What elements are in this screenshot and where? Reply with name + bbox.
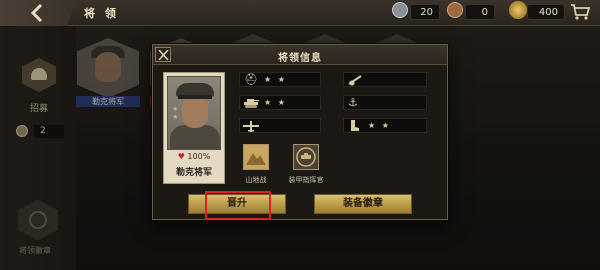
page-title: 将 领 [84,7,119,20]
portrait-visor [178,95,212,99]
skill-row: ★ ★ [343,118,427,133]
hp-value: 100% [187,152,211,161]
close-button[interactable] [155,47,171,62]
skill-row [239,118,321,133]
bronze-medal-count: 0 [465,4,495,20]
artillery-icon [348,75,362,86]
mountain-warfare-label: 山地战 [245,176,267,184]
skill-row: ⚓ [343,95,427,110]
bronze-medal-icon [447,2,463,18]
rank-star-icon: ★ [172,105,179,113]
silver-medal-count: 20 [410,4,440,20]
boot-icon [351,120,359,131]
top-bar: 将 领 20 0 400 [0,0,600,26]
armor-commander-badge[interactable] [293,144,319,170]
general-portrait-card[interactable]: ★ ★ ♥ 100% 勒克将军 [163,72,225,184]
portrait-coat [170,125,220,149]
close-icon [158,50,169,60]
hp-row: ♥ 100% [164,152,224,161]
tank-icon [244,99,259,108]
mountain-warfare-badge[interactable] [243,144,269,170]
equip-badge-button[interactable]: 装备徽章 [314,194,412,214]
general-name: 勒克将军 [175,168,212,178]
back-button[interactable] [0,0,76,26]
general-info-dialog: 将领信息 ★ ★ ♥ 100% 勒克将军 ⛑ ★ ★ ★ ★ ⚓ ★ ★ 山地战… [152,44,448,220]
rank-star-icon: ★ [172,113,179,121]
skill-row [343,72,427,87]
general-portrait: ★ ★ [167,76,221,150]
anchor-icon: ⚓ [348,96,358,109]
skill-row: ★ ★ [239,95,321,110]
armor-command-icon [294,145,318,169]
skill-row: ⛑ ★ ★ [239,72,321,87]
mountain-icon [244,145,268,169]
gold-star-medal-icon [509,1,527,19]
back-arrow-icon [30,4,43,22]
portrait-face [182,98,208,128]
gold-medal-count: 400 [527,4,565,20]
skill-stars: ★ ★ [264,75,287,84]
armor-commander-label: 装甲指挥官 [288,176,324,184]
helmet-icon: ⛑ [244,73,258,86]
skill-stars: ★ ★ [368,121,391,130]
silver-medal-icon [392,2,408,18]
dialog-title: 将领信息 [278,53,322,64]
shop-cart-icon[interactable] [570,3,590,21]
heart-icon: ♥ [177,152,185,161]
dialog-header: 将领信息 [153,45,447,65]
plane-icon [243,121,259,132]
highlight-box [205,191,271,220]
skill-stars: ★ ★ [264,98,287,107]
